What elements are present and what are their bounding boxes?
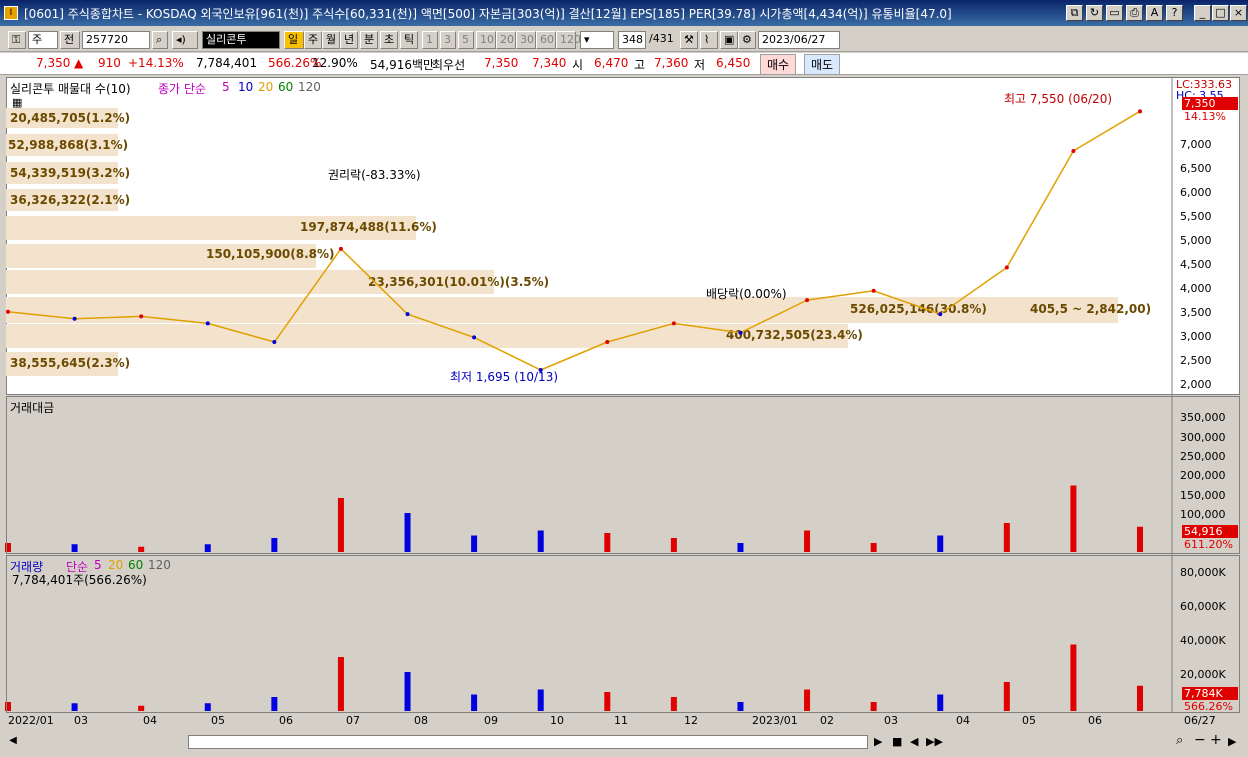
price-point [1004,265,1009,270]
y-tick: 40,000K [1180,634,1226,647]
vol-ma-20: 20 [108,558,124,572]
zoom-out-icon[interactable]: − [1194,732,1206,748]
zoom-icon[interactable]: ⌕ [1176,733,1183,748]
close-price-line [7,110,1141,371]
ma-120: 120 [298,80,321,94]
price-point [272,340,277,345]
y-tick: 4,000 [1180,282,1212,295]
low-annotation: 최저 1,695 (10/13) [450,370,559,384]
y-tick: 2,000 [1180,378,1212,391]
volume-panel[interactable] [6,555,1240,713]
play-icon[interactable]: ▶ [874,735,882,748]
fast-forward-icon[interactable]: ▶▶ [926,735,943,748]
volume-pct: 566.26% [1184,700,1233,713]
price-point [139,314,144,319]
x-tick: 12 [684,714,698,727]
price-point [938,312,943,317]
legend-text: 실리콘투 매물대 수(10) [10,82,131,96]
x-tick: 02 [820,714,834,727]
price-point [738,330,743,335]
scroll-track[interactable] [188,735,868,749]
ma-label: 종가 단순 [158,82,206,96]
x-tick: 2023/01 [752,714,798,727]
current-price-marker: 7,350 [1182,97,1238,110]
price-legend: 실리콘투 매물대 수(10) [10,80,131,97]
amount-pct: 611.20% [1184,538,1233,551]
price-point [72,316,77,321]
amount-marker: 54,916 [1182,525,1238,538]
x-tick: 04 [956,714,970,727]
y-tick: 60,000K [1180,600,1226,613]
y-tick: 6,500 [1180,162,1212,175]
scroll-bar[interactable]: ◀ ▶ ■ ◀ ▶▶ ⌕ − + ▶ [0,732,1248,752]
price-point [6,309,10,314]
y-tick: 5,000 [1180,234,1212,247]
volume-value: 7,784,401주(566.26%) [12,573,147,587]
x-tick: 06 [1088,714,1102,727]
high-annotation: 최고 7,550 (06/20) [1004,92,1113,106]
stop-icon[interactable]: ■ [892,735,902,748]
scroll-left-icon[interactable]: ◀ [6,735,20,749]
price-point [1071,148,1076,153]
y-tick: 4,500 [1180,258,1212,271]
grid-icon[interactable]: ▦ [12,96,22,109]
x-tick: 05 [1022,714,1036,727]
y-tick: 250,000 [1180,450,1226,463]
x-tick: 03 [74,714,88,727]
price-point [805,298,810,303]
vol-ma-60: 60 [128,558,144,572]
dividend-annotation: 배당락(0.00%) [706,287,787,301]
ma-10: 10 [238,80,254,94]
x-tick: 09 [484,714,498,727]
x-tick: 03 [884,714,898,727]
x-tick: 08 [414,714,428,727]
y-tick: 3,500 [1180,306,1212,319]
ma-60: 60 [278,80,294,94]
price-point [605,340,610,345]
ma-5: 5 [222,80,230,94]
x-tick: 10 [550,714,564,727]
y-tick: 200,000 [1180,469,1226,482]
price-point [205,321,210,326]
x-tick: 05 [211,714,225,727]
x-tick: 07 [346,714,360,727]
price-point [472,335,477,340]
current-pct-marker: 14.13% [1184,110,1226,123]
x-tick: 11 [614,714,628,727]
zoom-in-icon[interactable]: + [1210,732,1222,748]
y-tick: 3,000 [1180,330,1212,343]
x-tick: 06 [279,714,293,727]
rights-annotation: 권리락(-83.33%) [328,168,421,182]
y-tick: 5,500 [1180,210,1212,223]
amount-panel[interactable] [6,396,1240,554]
price-point [338,246,343,251]
x-tick: 2022/01 [8,714,54,727]
vol-ma-120: 120 [148,558,171,572]
price-point [871,288,876,293]
amount-legend: 거래대금 [10,401,55,415]
y-tick: 100,000 [1180,508,1226,521]
prev-icon[interactable]: ◀ [910,735,918,748]
x-tick: 04 [143,714,157,727]
y-tick: 80,000K [1180,566,1226,579]
vol-ma-5: 5 [94,558,102,572]
y-tick: 350,000 [1180,411,1226,424]
y-tick: 2,500 [1180,354,1212,367]
y-tick: 300,000 [1180,431,1226,444]
y-tick: 6,000 [1180,186,1212,199]
price-point [1138,109,1142,114]
price-point [671,321,676,326]
y-tick: 7,000 [1180,138,1212,151]
ma-20: 20 [258,80,274,94]
y-tick: 20,000K [1180,668,1226,681]
price-point [405,312,410,317]
y-tick: 150,000 [1180,489,1226,502]
volume-marker: 7,784K [1182,687,1238,700]
scroll-right-icon[interactable]: ▶ [1228,735,1236,748]
x-tick-end: 06/27 [1184,714,1216,727]
